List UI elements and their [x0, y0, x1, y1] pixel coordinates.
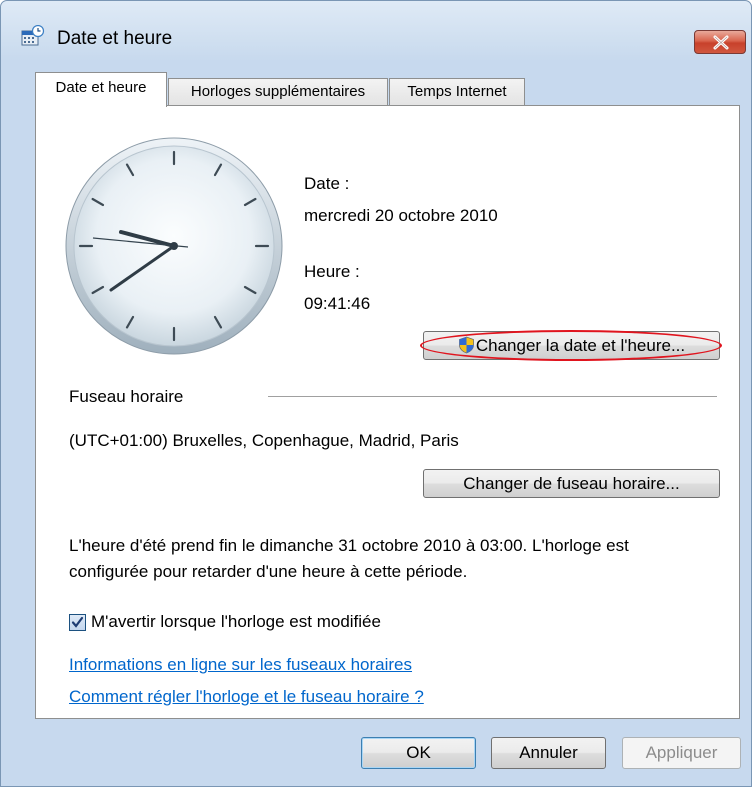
time-label: Heure : [304, 262, 360, 281]
cancel-button[interactable]: Annuler [491, 737, 606, 769]
tab-additional-clocks[interactable]: Horloges supplémentaires [168, 78, 388, 106]
timezone-section-label: Fuseau horaire [69, 387, 184, 406]
date-label: Date : [304, 174, 350, 193]
tab-content-pane: Date : mercredi 20 octobre 2010 Heure : … [35, 105, 740, 719]
title-bar[interactable]: Date et heure [1, 1, 751, 57]
apply-button[interactable]: Appliquer [622, 737, 741, 769]
notify-label[interactable]: M'avertir lorsque l'horloge est modifiée [91, 612, 381, 632]
how-to-set-clock-link[interactable]: Comment régler l'horloge et le fuseau ho… [69, 687, 424, 707]
dst-notice-line1: L'heure d'été prend fin le dimanche 31 o… [69, 536, 629, 555]
change-timezone-button[interactable]: Changer de fuseau horaire... [423, 469, 720, 498]
change-date-time-button[interactable]: Changer la date et l'heure... [423, 331, 720, 360]
date-value: mercredi 20 octobre 2010 [304, 206, 498, 225]
ok-button[interactable]: OK [361, 737, 476, 769]
notify-checkbox[interactable] [69, 614, 86, 631]
uac-shield-icon [458, 336, 474, 354]
close-button[interactable] [694, 30, 746, 54]
timezone-value: (UTC+01:00) Bruxelles, Copenhague, Madri… [69, 431, 459, 450]
change-date-time-label: Changer la date et l'heure... [475, 336, 686, 355]
time-value: 09:41:46 [304, 294, 371, 313]
calendar-clock-icon [21, 25, 45, 46]
timezone-info-link[interactable]: Informations en ligne sur les fuseaux ho… [69, 655, 412, 675]
section-divider [268, 396, 717, 397]
window-title: Date et heure [57, 28, 173, 49]
close-icon [713, 35, 729, 50]
dst-notice-line2: configurée pour retarder d'une heure à c… [69, 562, 468, 581]
tab-strip: Date et heure Horloges supplémentaires T… [1, 68, 751, 107]
checkmark-icon [71, 616, 84, 628]
tab-internet-time[interactable]: Temps Internet [389, 78, 525, 106]
date-time-dialog: Date et heure Date et heure Horloges sup… [0, 0, 752, 787]
analog-clock [65, 137, 283, 355]
tab-date-time[interactable]: Date et heure [35, 72, 167, 107]
